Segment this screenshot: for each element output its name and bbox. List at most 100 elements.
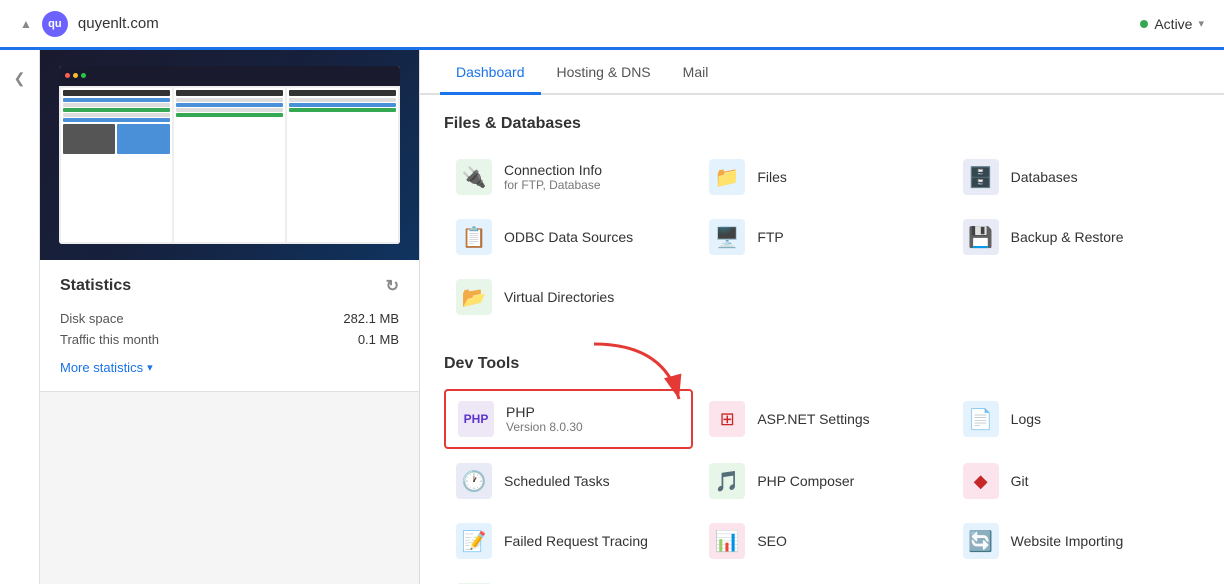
disk-space-row: Disk space 282.1 MB [60, 308, 399, 329]
preview-item-12 [289, 108, 396, 112]
collapse-chevron-icon[interactable]: ▲ [20, 17, 32, 31]
seo-text: SEO [757, 533, 787, 549]
preview-mock [59, 66, 400, 245]
status-chevron-icon[interactable]: ▾ [1198, 17, 1204, 30]
preview-item-2 [63, 103, 170, 107]
failed-request-tracing-label: Failed Request Tracing [504, 533, 648, 549]
odbc-label: ODBC Data Sources [504, 229, 633, 245]
disk-space-value: 282.1 MB [343, 311, 399, 326]
website-importing-item[interactable]: 🔄 Website Importing [951, 513, 1200, 569]
preview-item-1 [63, 98, 170, 102]
stats-title: Statistics ↻ [60, 276, 399, 296]
traffic-label: Traffic this month [60, 332, 159, 347]
git-icon: ◆ [963, 463, 999, 499]
files-databases-grid: 🔌 Connection Info for FTP, Database 📁 Fi… [444, 149, 1200, 325]
git-item[interactable]: ◆ Git [951, 453, 1200, 509]
files-item[interactable]: 📁 Files [697, 149, 946, 205]
status-label: Active [1154, 16, 1192, 32]
files-databases-section: Files & Databases 🔌 Connection Info for … [420, 95, 1224, 335]
dev-tools-grid: PHP PHP Version 8.0.30 ⊞ ASP.NET Setting… [444, 389, 1200, 584]
top-bar-left: ▲ qu quyenlt.com [20, 11, 159, 37]
preview-item-7 [176, 103, 283, 107]
website-importing-label: Website Importing [1011, 533, 1124, 549]
logs-icon: 📄 [963, 401, 999, 437]
site-name: quyenlt.com [78, 15, 159, 32]
preview-item-11 [289, 103, 396, 107]
preview-col-header-2 [176, 90, 283, 96]
top-bar-right: Active ▾ [1140, 16, 1204, 32]
php-composer-item[interactable]: 🎵 PHP Composer [697, 453, 946, 509]
scheduled-tasks-text: Scheduled Tasks [504, 473, 610, 489]
preview-img-1 [63, 124, 116, 154]
files-databases-title: Files & Databases [444, 115, 1200, 133]
failed-request-tracing-icon: 📝 [456, 523, 492, 559]
php-item[interactable]: PHP PHP Version 8.0.30 [444, 389, 693, 449]
aspnet-text: ASP.NET Settings [757, 411, 869, 427]
preview-topbar [59, 66, 400, 86]
php-text: PHP Version 8.0.30 [506, 404, 583, 434]
sidebar-collapse-icon[interactable]: ❮ [4, 60, 36, 97]
content-panel: Dashboard Hosting & DNS Mail Files & Dat… [420, 50, 1224, 584]
php-composer-label: PHP Composer [757, 473, 854, 489]
main-container: ❮ [0, 50, 1224, 584]
tab-mail[interactable]: Mail [667, 50, 725, 95]
preview-img-2 [117, 124, 170, 154]
preview-item-10 [289, 98, 396, 102]
preview-col-header-1 [63, 90, 170, 96]
git-label: Git [1011, 473, 1029, 489]
ftp-text: FTP [757, 229, 783, 245]
preview-dot-green [81, 73, 86, 78]
dev-tools-grid-container: PHP PHP Version 8.0.30 ⊞ ASP.NET Setting… [444, 389, 1200, 584]
more-statistics-link[interactable]: More statistics ▾ [60, 360, 399, 375]
logs-label: Logs [1011, 411, 1041, 427]
more-statistics-chevron-icon: ▾ [147, 361, 153, 374]
connection-info-sub: for FTP, Database [504, 178, 602, 192]
traffic-row: Traffic this month 0.1 MB [60, 329, 399, 350]
screenshot-preview [40, 50, 419, 260]
preview-item-4 [63, 113, 170, 117]
left-panel: Statistics ↻ Disk space 282.1 MB Traffic… [40, 50, 420, 584]
logs-item[interactable]: 📄 Logs [951, 389, 1200, 449]
failed-request-tracing-text: Failed Request Tracing [504, 533, 648, 549]
backup-text: Backup & Restore [1011, 229, 1124, 245]
files-icon: 📁 [709, 159, 745, 195]
connection-info-text: Connection Info for FTP, Database [504, 162, 602, 192]
aspnet-item[interactable]: ⊞ ASP.NET Settings [697, 389, 946, 449]
virtual-dirs-text: Virtual Directories [504, 289, 614, 305]
scheduled-tasks-icon: 🕐 [456, 463, 492, 499]
odbc-text: ODBC Data Sources [504, 229, 633, 245]
preview-item-9 [176, 113, 283, 117]
refresh-icon[interactable]: ↻ [386, 276, 399, 296]
preview-col-1 [61, 88, 172, 243]
databases-icon: 🗄️ [963, 159, 999, 195]
virtual-dirs-icon: 📂 [456, 279, 492, 315]
preview-content [59, 86, 400, 245]
stats-box: Statistics ↻ Disk space 282.1 MB Traffic… [40, 260, 419, 392]
preview-item-6 [176, 98, 283, 102]
git-text: Git [1011, 473, 1029, 489]
ftp-item[interactable]: 🖥️ FTP [697, 209, 946, 265]
databases-item[interactable]: 🗄️ Databases [951, 149, 1200, 205]
backup-item[interactable]: 💾 Backup & Restore [951, 209, 1200, 265]
seo-icon: 📊 [709, 523, 745, 559]
php-label: PHP [506, 404, 583, 420]
top-bar: ▲ qu quyenlt.com Active ▾ [0, 0, 1224, 50]
preview-col-header-3 [289, 90, 396, 96]
virtual-dirs-item[interactable]: 📂 Virtual Directories [444, 269, 693, 325]
website-importing-icon: 🔄 [963, 523, 999, 559]
create-site-item[interactable]: 🔌 Create Site [444, 573, 693, 584]
tab-dashboard[interactable]: Dashboard [440, 50, 541, 95]
aspnet-label: ASP.NET Settings [757, 411, 869, 427]
php-composer-text: PHP Composer [757, 473, 854, 489]
sidebar: ❮ [0, 50, 40, 584]
failed-request-tracing-item[interactable]: 📝 Failed Request Tracing [444, 513, 693, 569]
backup-label: Backup & Restore [1011, 229, 1124, 245]
preview-item-3 [63, 108, 170, 112]
connection-info-item[interactable]: 🔌 Connection Info for FTP, Database [444, 149, 693, 205]
traffic-value: 0.1 MB [358, 332, 399, 347]
tab-hosting-dns[interactable]: Hosting & DNS [541, 50, 667, 95]
scheduled-tasks-item[interactable]: 🕐 Scheduled Tasks [444, 453, 693, 509]
seo-item[interactable]: 📊 SEO [697, 513, 946, 569]
files-text: Files [757, 169, 787, 185]
odbc-item[interactable]: 📋 ODBC Data Sources [444, 209, 693, 265]
